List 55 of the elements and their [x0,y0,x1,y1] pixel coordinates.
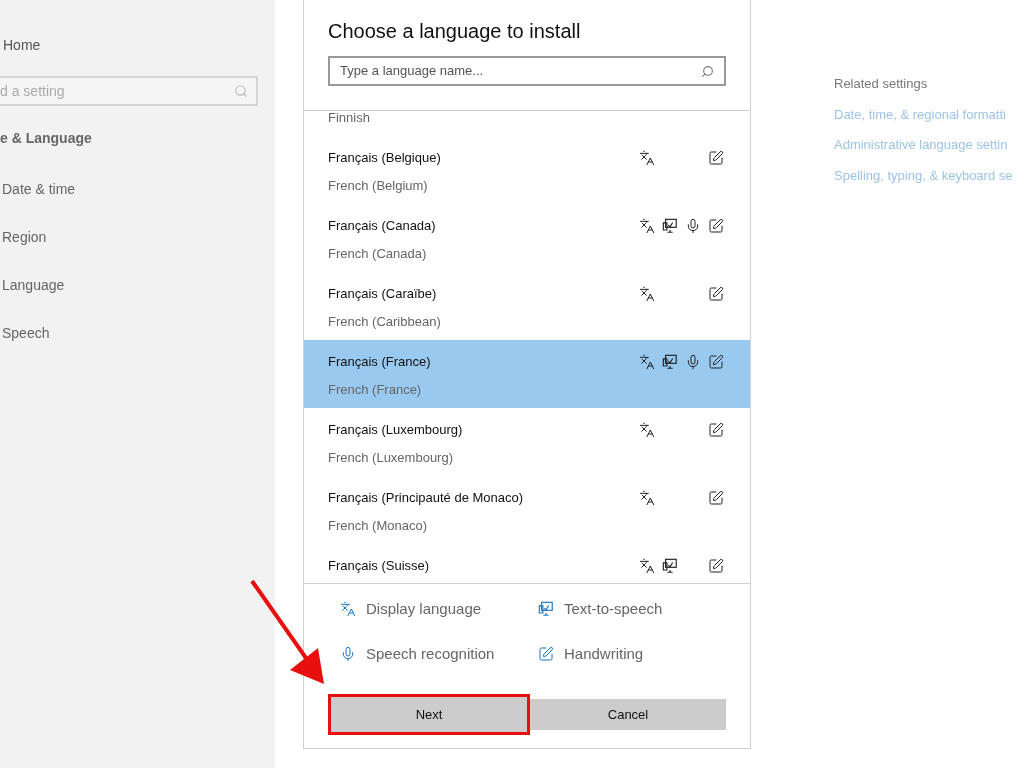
language-icon [639,150,655,166]
language-name: Français (Caraïbe) [328,286,437,301]
legend-label: Speech recognition [366,643,495,664]
monitor-icon [662,218,678,234]
dialog-title: Choose a language to install [328,19,582,44]
language-name: Français (France) [328,354,431,369]
legend-label: Text-to-speech [564,599,663,619]
next-button[interactable]: Next [328,694,530,735]
search-icon [701,64,714,78]
language-icon [340,601,356,618]
language-english-name: French (Luxembourg) [328,450,453,465]
language-search-field[interactable]: Type a language name... [328,56,726,86]
language-name: Français (Suisse) [328,558,430,573]
language-icon [639,422,655,438]
language-english-name: French (Monaco) [328,518,427,533]
pen-square-icon [708,558,724,574]
sidebar-item[interactable]: Date & time [2,179,275,197]
language-english-name: French (France) [328,382,422,397]
language-english-name: Finnish [328,111,370,125]
language-english-name: French (Caribbean) [328,314,441,329]
microphone-icon [685,218,701,234]
sidebar-item[interactable]: Speech [2,323,275,341]
monitor-icon [662,558,678,574]
microphone-icon [340,645,356,662]
legend-label: Handwriting [564,643,644,664]
language-row[interactable]: Français (France) French (France) [304,340,750,408]
language-icon [639,490,655,506]
language-english-name: French (Canada) [328,246,427,261]
language-name: Français (Principauté de Monaco) [328,490,524,505]
home-link[interactable]: Home [3,35,41,56]
language-icon [639,286,655,302]
language-icon [639,354,655,370]
pen-square-icon [708,286,724,302]
language-english-name: French (Belgium) [328,178,428,193]
pen-square-icon [708,490,724,506]
monitor-icon [662,354,678,370]
sidebar-item[interactable]: Region [2,227,275,245]
legend-label: Display language [366,599,482,619]
monitor-icon [538,601,554,618]
sidebar-item[interactable]: Language [2,275,275,293]
pen-square-icon [538,645,554,662]
related-settings-title: Related settings [834,75,929,93]
language-icon [639,558,655,574]
language-name: Français (Luxembourg) [328,422,463,437]
section-title: e & Language [0,129,93,148]
pen-square-icon [708,422,724,438]
search-icon [234,84,248,98]
language-name: Français (Belgique) [328,150,441,165]
pen-square-icon [708,354,724,370]
pen-square-icon [708,150,724,166]
pen-square-icon [708,218,724,234]
language-name: Français (Canada) [328,218,436,233]
language-icon [639,218,655,234]
cancel-button[interactable]: Cancel [530,699,726,730]
microphone-icon [685,354,701,370]
